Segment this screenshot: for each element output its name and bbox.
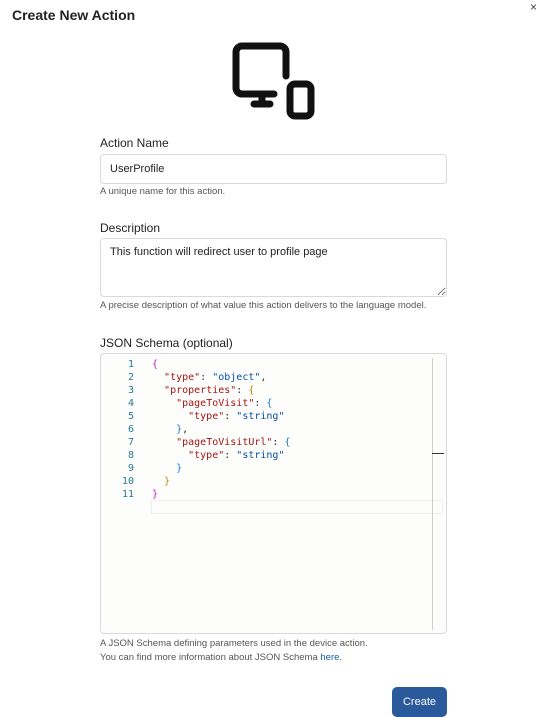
json-schema-editor[interactable]: 1{2 "type": "object", 3 "properties": {4 … xyxy=(100,353,447,634)
line-number: 1 xyxy=(127,359,134,370)
action-name-label: Action Name xyxy=(100,136,169,150)
schema-help: A JSON Schema defining parameters used i… xyxy=(100,638,368,649)
action-name-help: A unique name for this action. xyxy=(100,186,226,197)
code-line[interactable]: 2 "type": "object", xyxy=(101,371,446,384)
current-line-highlight xyxy=(151,500,443,514)
code-line[interactable]: 10 } xyxy=(101,475,446,488)
line-number: 4 xyxy=(127,398,134,409)
code-line[interactable]: 3 "properties": { xyxy=(101,384,446,397)
code-text: "pageToVisit": { xyxy=(176,398,273,409)
schema-help-more: You can find more information about JSON… xyxy=(100,652,343,663)
description-label: Description xyxy=(100,221,161,235)
close-icon[interactable]: × xyxy=(530,0,537,14)
code-line[interactable]: 9 } xyxy=(101,462,446,475)
line-number: 6 xyxy=(127,424,134,435)
code-text: "type": "object", xyxy=(164,372,267,383)
line-number: 2 xyxy=(127,372,134,383)
monitor-phone-icon xyxy=(232,42,318,125)
line-number: 10 xyxy=(121,476,134,487)
code-line[interactable]: 7 "pageToVisitUrl": { xyxy=(101,436,446,449)
code-text: }, xyxy=(176,424,189,435)
code-line[interactable]: 5 "type": "string" xyxy=(101,410,446,423)
line-number: 11 xyxy=(121,489,134,500)
json-schema-link[interactable]: here xyxy=(320,652,339,663)
code-text: } xyxy=(176,463,183,474)
action-name-input[interactable] xyxy=(100,154,447,184)
code-text: "properties": { xyxy=(164,385,255,396)
code-line[interactable]: 6 }, xyxy=(101,423,446,436)
description-textarea[interactable]: This function will redirect user to prof… xyxy=(100,238,447,297)
dialog-title: Create New Action xyxy=(12,7,136,23)
description-help: A precise description of what value this… xyxy=(100,300,427,311)
line-number: 5 xyxy=(127,411,134,422)
create-button[interactable]: Create xyxy=(392,687,447,717)
line-number: 8 xyxy=(127,450,134,461)
line-number: 3 xyxy=(127,385,134,396)
code-line[interactable]: 8 "type": "string" xyxy=(101,449,446,462)
line-number: 9 xyxy=(127,463,134,474)
code-text: } xyxy=(164,476,171,487)
code-line[interactable]: 1{ xyxy=(101,358,446,371)
code-text: "pageToVisitUrl": { xyxy=(176,437,291,448)
code-text: { xyxy=(152,359,159,370)
code-text: "type": "string" xyxy=(188,411,285,422)
code-line[interactable]: 11} xyxy=(101,488,446,501)
code-text: "type": "string" xyxy=(188,450,285,461)
schema-label: JSON Schema (optional) xyxy=(100,336,233,350)
code-line[interactable]: 4 "pageToVisit": { xyxy=(101,397,446,410)
code-text: } xyxy=(152,489,159,500)
line-number: 7 xyxy=(127,437,134,448)
